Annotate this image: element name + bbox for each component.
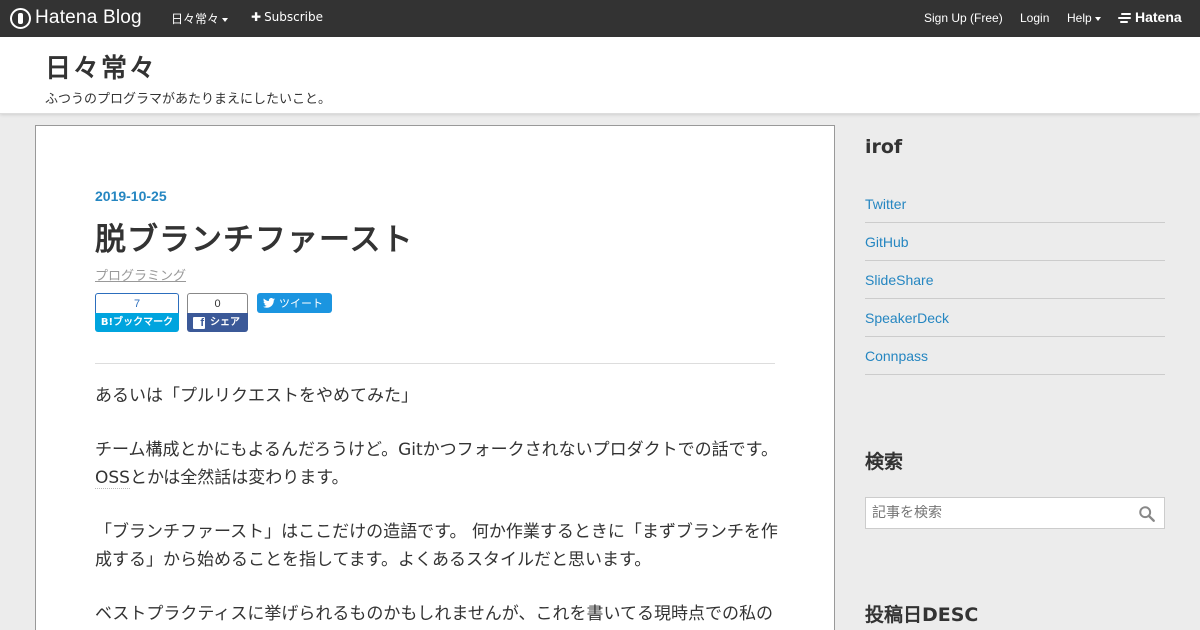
sidebar-link-github[interactable]: GitHub <box>865 223 1165 261</box>
blog-menu-label: 日々常々 <box>171 12 220 26</box>
logo-text: Hatena Blog <box>35 7 142 28</box>
search-heading: 検索 <box>865 451 904 473</box>
caret-down-icon <box>222 17 229 22</box>
blog-header: 日々常々 ふつうのプログラマがあたりまえにしたいこと。 <box>0 37 1200 114</box>
entry-article: 2019-10-25 脱ブランチファースト プログラミング 7 B!ブックマーク… <box>35 125 835 630</box>
share-label: シェア <box>210 317 240 328</box>
entry-divider <box>95 363 775 364</box>
search-icon[interactable] <box>1138 505 1156 523</box>
search-input[interactable] <box>872 505 1132 521</box>
share-label-wrap: f シェア <box>187 313 248 332</box>
profile-links: Twitter GitHub SlideShare SpeakerDeck Co… <box>865 185 1165 375</box>
entry-paragraph: あるいは「プルリクエストをやめてみた」 <box>95 382 785 410</box>
bookmark-label: B!ブックマーク <box>95 313 179 332</box>
paragraph-text: あるいは「プルリクエストをやめてみた」 <box>95 386 418 406</box>
paragraph-text: ベストプラクティスに挙げられるものかもしれませんが、これを書いてる現時点での私の <box>95 604 773 624</box>
entry-paragraph: ベストプラクティスに挙げられるものかもしれませんが、これを書いてる現時点での私の <box>95 600 785 628</box>
entry-date[interactable]: 2019-10-25 <box>95 188 167 204</box>
archive-heading: 投稿日DESC <box>865 604 979 626</box>
bookmark-count: 7 <box>95 293 179 314</box>
blog-menu-dropdown[interactable]: 日々常々 <box>171 10 229 27</box>
profile-name[interactable]: irof <box>865 136 902 158</box>
share-count: 0 <box>187 293 248 314</box>
keyword-link[interactable]: OSS <box>95 468 130 489</box>
plus-icon: ✚ <box>251 10 262 24</box>
caret-down-icon <box>1094 16 1101 21</box>
blog-description: ふつうのプログラマがあたりまえにしたいこと。 <box>45 92 332 107</box>
subscribe-label: Subscribe <box>264 10 324 24</box>
help-label: Help <box>1067 11 1092 25</box>
sidebar-link-slideshare[interactable]: SlideShare <box>865 261 1165 299</box>
sidebar-link-twitter[interactable]: Twitter <box>865 185 1165 223</box>
paragraph-text: チーム構成とかにもよるんだろうけど。Gitかつフォークされないプロダクトでの話で… <box>95 440 778 460</box>
sidebar-link-speakerdeck[interactable]: SpeakerDeck <box>865 299 1165 337</box>
entry-paragraph: 「ブランチファースト」はここだけの造語です。 何か作業するときに「まずブランチを… <box>95 518 785 574</box>
blog-title[interactable]: 日々常々 <box>45 48 157 85</box>
sidebar-link-connpass[interactable]: Connpass <box>865 337 1165 375</box>
entry-paragraph: チーム構成とかにもよるんだろうけど。Gitかつフォークされないプロダクトでの話で… <box>95 436 785 492</box>
signup-link[interactable]: Sign Up (Free) <box>924 11 1003 25</box>
paragraph-text: とかは全然話は変わります。 <box>129 468 349 488</box>
hatena-logo-icon <box>1118 12 1132 23</box>
search-box <box>865 497 1165 529</box>
subscribe-button[interactable]: ✚ Subscribe <box>251 10 323 24</box>
hatena-blog-logo[interactable]: Hatena Blog <box>10 7 142 29</box>
tweet-button[interactable]: ツイート <box>257 293 332 313</box>
paragraph-text: 「ブランチファースト」はここだけの造語です。 何か作業するときに「まずブランチを… <box>95 522 778 570</box>
global-header: Hatena Blog 日々常々 ✚ Subscribe Sign Up (Fre… <box>0 0 1200 37</box>
hatena-link[interactable]: Hatena <box>1118 9 1182 25</box>
tweet-label: ツイート <box>279 297 323 310</box>
entry-body: あるいは「プルリクエストをやめてみた」 チーム構成とかにもよるんだろうけど。Gi… <box>95 382 785 630</box>
facebook-share-button[interactable]: 0 f シェア <box>187 293 248 333</box>
hatena-bookmark-button[interactable]: 7 B!ブックマーク <box>95 293 179 333</box>
hatena-label: Hatena <box>1135 9 1182 25</box>
entry-title[interactable]: 脱ブランチファースト <box>95 214 413 259</box>
hatena-blog-logo-icon <box>10 7 31 29</box>
entry-category[interactable]: プログラミング <box>95 265 186 284</box>
twitter-bird-icon <box>263 298 275 308</box>
login-link[interactable]: Login <box>1020 11 1049 25</box>
help-dropdown[interactable]: Help <box>1067 11 1101 25</box>
facebook-icon: f <box>193 316 205 329</box>
